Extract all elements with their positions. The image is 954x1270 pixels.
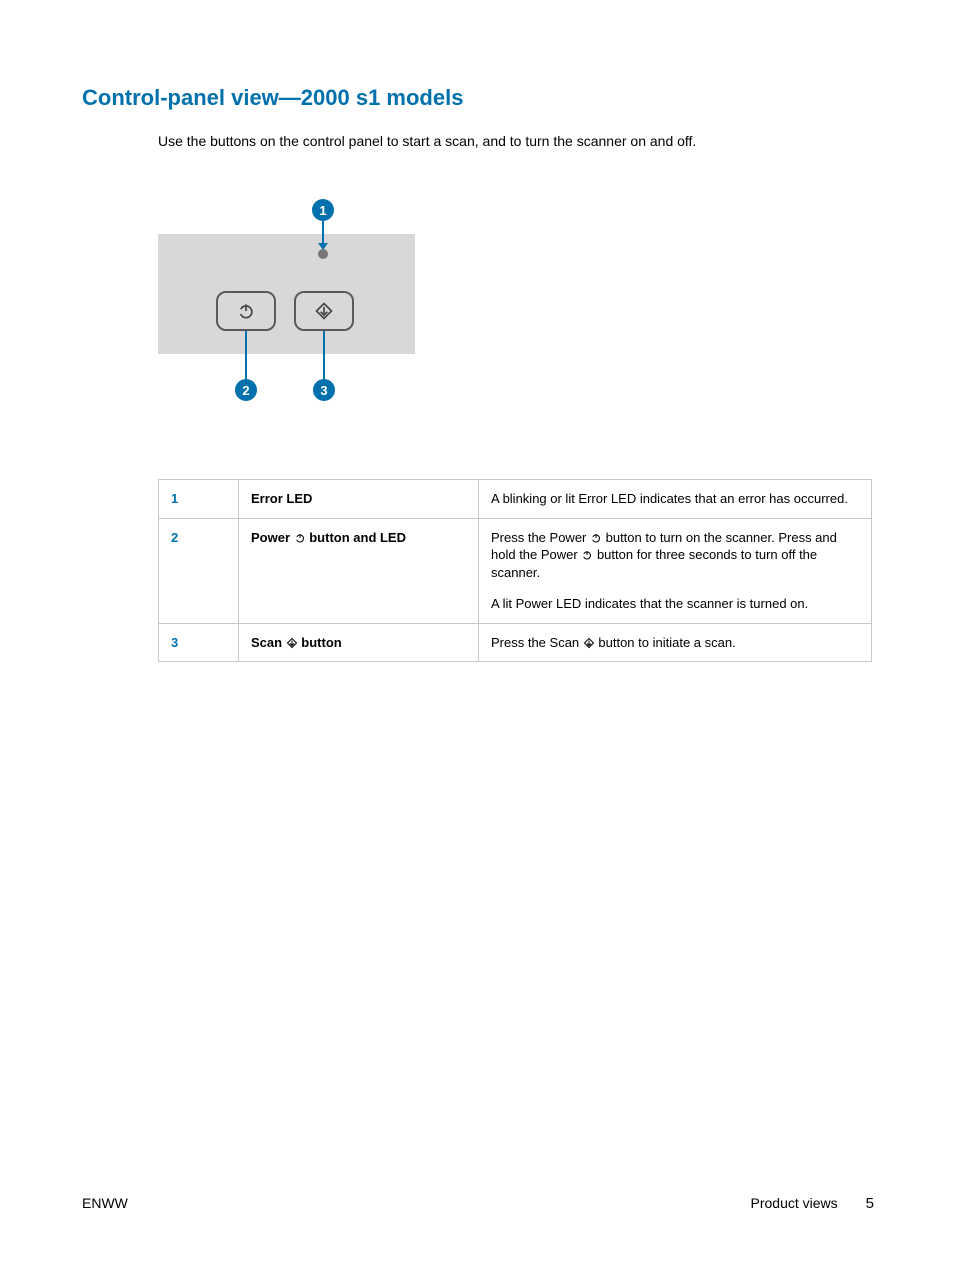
row-name: Power button and LED — [239, 518, 479, 623]
intro-paragraph: Use the buttons on the control panel to … — [158, 133, 874, 149]
text: button and LED — [306, 530, 406, 545]
page-number: 5 — [866, 1195, 874, 1212]
callout-line-3 — [323, 331, 325, 379]
scan-icon — [314, 301, 334, 321]
error-led-dot — [318, 249, 328, 259]
row-number: 1 — [159, 480, 239, 519]
page-footer: ENWW Product views 5 — [82, 1195, 874, 1212]
text: Press the Power — [491, 530, 590, 545]
text: Press the Scan — [491, 635, 583, 650]
callout-badge-1: 1 — [312, 199, 334, 221]
row-name: Scan button — [239, 623, 479, 662]
scan-icon — [583, 637, 595, 649]
section-heading: Control-panel view—2000 s1 models — [82, 85, 874, 111]
row-description: Press the Power button to turn on the sc… — [479, 518, 872, 623]
scan-button — [294, 291, 354, 331]
text: Scan — [251, 635, 286, 650]
callout-badge-3: 3 — [313, 379, 335, 401]
callout-line-1 — [322, 221, 324, 245]
power-icon — [236, 301, 256, 321]
table-row: 2 Power button and LED Press the Power b… — [159, 518, 872, 623]
callout-badge-2: 2 — [235, 379, 257, 401]
table-row: 1 Error LED A blinking or lit Error LED … — [159, 480, 872, 519]
control-panel-diagram: 1 2 3 — [158, 199, 874, 409]
text: button — [298, 635, 342, 650]
panel-background — [158, 234, 415, 354]
row-number: 3 — [159, 623, 239, 662]
row-number: 2 — [159, 518, 239, 623]
text: Power — [251, 530, 294, 545]
scan-icon — [286, 637, 298, 649]
power-icon — [590, 532, 602, 544]
row-description: A blinking or lit Error LED indicates th… — [479, 480, 872, 519]
callout-table: 1 Error LED A blinking or lit Error LED … — [158, 479, 872, 662]
footer-section: Product views — [751, 1195, 838, 1211]
callout-arrow-1 — [318, 243, 328, 250]
text: A lit Power LED indicates that the scann… — [491, 595, 859, 613]
power-button — [216, 291, 276, 331]
power-icon — [581, 549, 593, 561]
row-name: Error LED — [239, 480, 479, 519]
text: button to initiate a scan. — [595, 635, 736, 650]
footer-left: ENWW — [82, 1195, 128, 1211]
power-icon — [294, 532, 306, 544]
row-description: Press the Scan button to initiate a scan… — [479, 623, 872, 662]
table-row: 3 Scan button Press the Scan button to i… — [159, 623, 872, 662]
callout-line-2 — [245, 331, 247, 379]
